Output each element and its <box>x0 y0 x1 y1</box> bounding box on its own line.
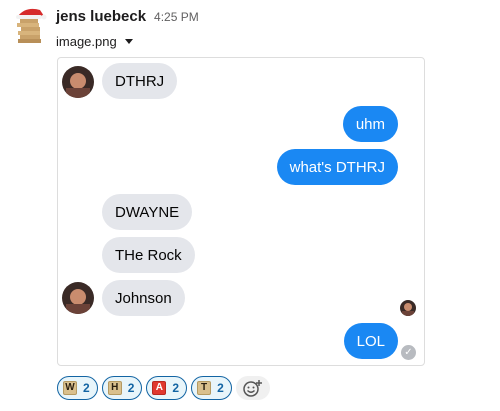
reaction-w[interactable]: W 2 <box>57 376 98 400</box>
sender-name[interactable]: jens luebeck <box>56 8 146 25</box>
chat-bubble-incoming: Johnson <box>102 280 185 316</box>
contact-avatar <box>62 66 94 98</box>
sender-avatar[interactable] <box>10 4 48 44</box>
reaction-t[interactable]: T 2 <box>191 376 232 400</box>
message-header: jens luebeck 4:25 PM <box>56 8 199 25</box>
letter-tile-icon: H <box>107 381 122 395</box>
letter-tile-icon: T <box>197 381 212 395</box>
add-reaction-button[interactable] <box>235 376 270 400</box>
contact-avatar <box>62 282 94 314</box>
reaction-count: 2 <box>83 381 90 395</box>
caret-down-icon[interactable] <box>124 39 133 44</box>
read-receipt-avatar <box>400 300 416 316</box>
chat-bubble-incoming: THe Rock <box>102 237 195 273</box>
reactions-bar: W 2 H 2 A 2 T 2 <box>57 376 270 400</box>
reaction-h[interactable]: H 2 <box>101 376 143 400</box>
message-timestamp[interactable]: 4:25 PM <box>154 10 199 24</box>
reaction-count: 2 <box>217 381 224 395</box>
reaction-count: 2 <box>172 381 180 395</box>
chat-bubble-incoming: DTHRJ <box>102 63 178 99</box>
chat-bubble-outgoing: LOL <box>343 323 398 359</box>
image-attachment[interactable]: DTHRJ uhm what's DTHRJ DWAYNE THe Rock J… <box>57 57 425 366</box>
check-circle-icon: ✓ <box>401 345 416 360</box>
reaction-a[interactable]: A 2 <box>146 376 188 400</box>
file-attachment-title[interactable]: image.png <box>56 34 133 49</box>
reaction-count: 2 <box>127 381 135 395</box>
letter-tile-icon: A <box>152 381 167 395</box>
letter-tile-icon: W <box>63 381 77 395</box>
chat-bubble-outgoing: what's DTHRJ <box>276 149 398 185</box>
file-name[interactable]: image.png <box>56 34 117 49</box>
add-reaction-icon <box>243 380 262 397</box>
chat-bubble-outgoing: uhm <box>342 106 398 142</box>
chat-bubble-incoming: DWAYNE <box>102 194 193 230</box>
